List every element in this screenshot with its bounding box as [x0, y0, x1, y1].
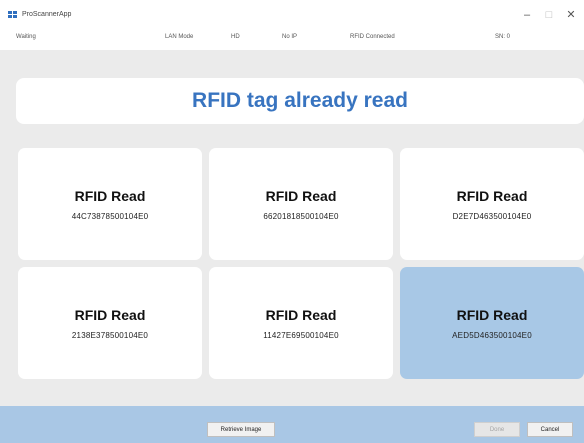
retrieve-image-button[interactable]: Retrieve Image [207, 422, 275, 437]
rfid-card[interactable]: RFID Read 44C73878500104E0 [18, 148, 202, 260]
card-title: RFID Read [74, 187, 146, 204]
status-mode: LAN Mode [165, 34, 194, 40]
status-hd: HD [231, 34, 240, 40]
card-tag-id: 44C73878500104E0 [71, 211, 149, 221]
card-tag-id: D2E7D463500104E0 [452, 211, 532, 221]
rfid-card[interactable]: RFID Read AED5D463500104E0 [400, 267, 584, 379]
cancel-button[interactable]: Cancel [527, 422, 573, 437]
app-icon [8, 11, 18, 19]
message-banner: RFID tag already read [16, 78, 584, 124]
banner-message: RFID tag already read [192, 89, 408, 112]
card-title: RFID Read [265, 306, 337, 323]
main-content: RFID tag already read RFID Read 44C73878… [0, 50, 584, 406]
card-tag-id: 2138E378500104E0 [71, 330, 149, 340]
card-title: RFID Read [74, 306, 146, 323]
status-sn: SN: 0 [495, 34, 511, 40]
window-title: ProScannerApp [22, 11, 72, 18]
footer-bar: Retrieve Image Done Cancel [0, 406, 584, 443]
rfid-card[interactable]: RFID Read 11427E69500104E0 [209, 267, 393, 379]
card-title: RFID Read [265, 187, 337, 204]
status-rfid: RFID Connected [350, 34, 395, 40]
status-ip: No IP [282, 34, 298, 40]
card-title: RFID Read [456, 306, 528, 323]
minimize-icon[interactable]: – [518, 7, 536, 23]
card-tag-id: AED5D463500104E0 [452, 330, 532, 340]
rfid-card[interactable]: RFID Read 66201818500104E0 [209, 148, 393, 260]
card-tag-id: 11427E69500104E0 [263, 330, 339, 340]
title-bar: ProScannerApp – □ ✕ [0, 0, 584, 28]
close-icon[interactable]: ✕ [562, 7, 580, 23]
card-tag-id: 66201818500104E0 [263, 211, 339, 221]
status-state: Waiting [16, 34, 36, 40]
status-bar: Waiting LAN Mode HD No IP RFID Connected… [0, 28, 584, 51]
card-title: RFID Read [456, 187, 528, 204]
maximize-icon[interactable]: □ [540, 7, 558, 23]
rfid-card[interactable]: RFID Read D2E7D463500104E0 [400, 148, 584, 260]
done-button[interactable]: Done [474, 422, 520, 437]
rfid-card[interactable]: RFID Read 2138E378500104E0 [18, 267, 202, 379]
